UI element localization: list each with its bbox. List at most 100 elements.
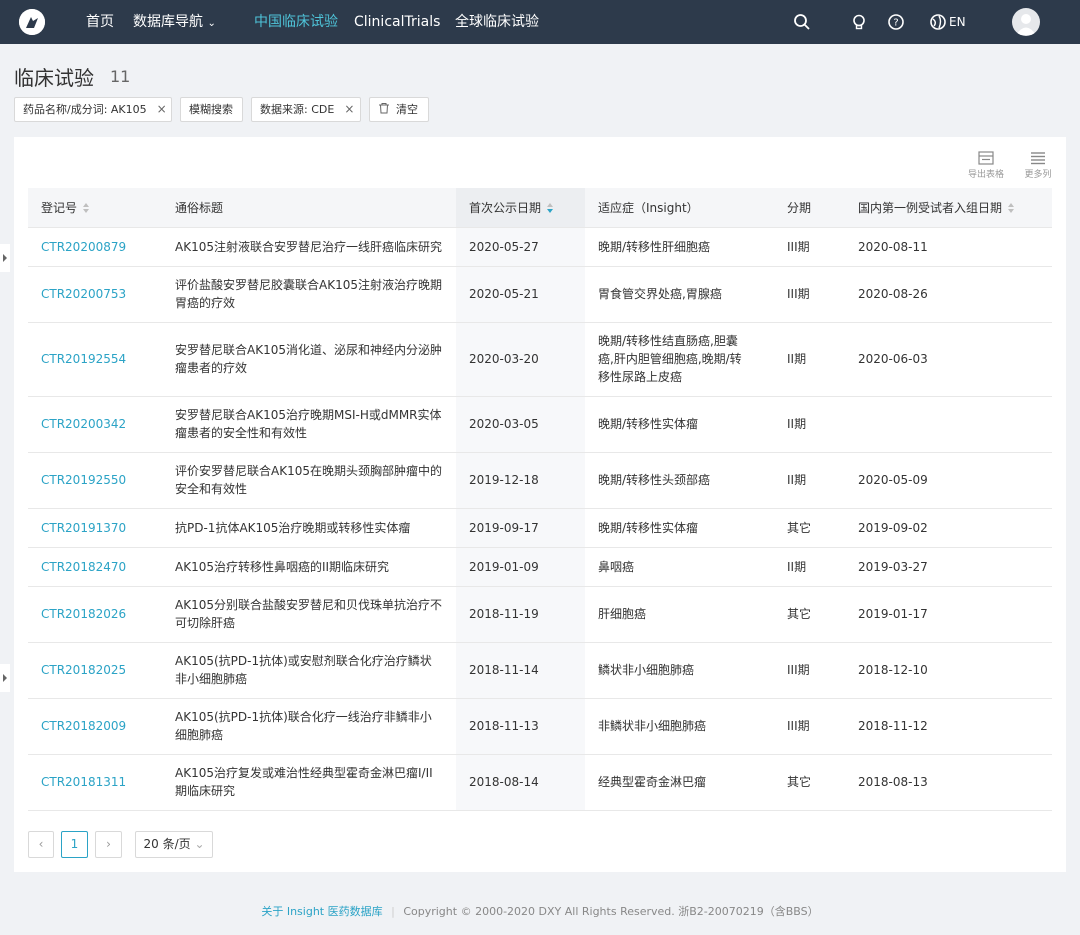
- col-first-enrollment-date[interactable]: 国内第一例受试者入组日期: [845, 188, 1052, 228]
- cell-title: AK105分别联合盐酸安罗替尼和贝伐珠单抗治疗不可切除肝癌: [162, 586, 456, 643]
- cell-reg[interactable]: CTR20192554: [28, 322, 162, 397]
- sort-icon[interactable]: [1008, 203, 1015, 214]
- cell-reg[interactable]: CTR20182026: [28, 586, 162, 643]
- table-row[interactable]: CTR20182026 AK105分别联合盐酸安罗替尼和贝伐珠单抗治疗不可切除肝癌…: [28, 586, 1052, 643]
- cell-date: 2020-05-27: [456, 227, 585, 267]
- chevron-down-icon: ⌄: [190, 837, 205, 851]
- cell-phase: II期: [774, 322, 845, 397]
- table-row[interactable]: CTR20200879 AK105注射液联合安罗替尼治疗一线肝癌临床研究 2020-…: [28, 227, 1052, 267]
- cell-title: 安罗替尼联合AK105治疗晚期MSI-H或dMMR实体瘤患者的安全性和有效性: [162, 396, 456, 453]
- clear-filters-label: 清空: [396, 103, 418, 116]
- language-toggle[interactable]: EN: [949, 0, 966, 44]
- cell-date: 2020-03-20: [456, 322, 585, 397]
- pagination-prev-button[interactable]: ‹: [28, 831, 54, 858]
- table-header-row: 登记号 通俗标题 首次公示日期 适应症（Insight） 分期 国内第一例受试者…: [28, 188, 1052, 228]
- cell-enroll: 2019-09-02: [845, 508, 1052, 548]
- cell-reg[interactable]: CTR20182470: [28, 547, 162, 587]
- cell-date: 2020-05-21: [456, 266, 585, 323]
- cell-reg[interactable]: CTR20192550: [28, 452, 162, 509]
- cell-date: 2019-01-09: [456, 547, 585, 587]
- side-expand-handle[interactable]: [0, 664, 10, 692]
- cell-indication: 非鳞状非小细胞肺癌: [585, 698, 774, 755]
- export-table-label: 导出表格: [967, 170, 1004, 180]
- cell-reg[interactable]: CTR20181311: [28, 754, 162, 811]
- cell-reg[interactable]: CTR20200342: [28, 396, 162, 453]
- sort-icon[interactable]: [83, 203, 90, 214]
- cell-phase: 其它: [774, 508, 845, 548]
- cell-date: 2020-03-05: [456, 396, 585, 453]
- table-row[interactable]: CTR20192554 安罗替尼联合AK105消化道、泌尿和神经内分泌肿瘤患者的疗…: [28, 322, 1052, 397]
- cell-enroll: 2020-08-11: [845, 227, 1052, 267]
- pagination-next-button[interactable]: ›: [95, 831, 122, 858]
- lightbulb-icon[interactable]: [850, 13, 868, 31]
- cell-reg[interactable]: CTR20191370: [28, 508, 162, 548]
- cell-reg[interactable]: CTR20182009: [28, 698, 162, 755]
- filter-chip-source: 数据来源: CDE ×: [251, 97, 361, 122]
- avatar[interactable]: [1012, 8, 1040, 36]
- cell-date: 2019-09-17: [456, 508, 585, 548]
- list-icon: [1031, 152, 1045, 165]
- col-registration-no-label: 登记号: [41, 200, 78, 215]
- cell-date: 2018-11-19: [456, 586, 585, 643]
- footer: 关于 Insight 医药数据库 | Copyright © 2000-2020…: [0, 903, 1080, 919]
- clear-filters-button[interactable]: 清空: [369, 97, 429, 122]
- trials-table: 登记号 通俗标题 首次公示日期 适应症（Insight） 分期 国内第一例受试者…: [28, 188, 1052, 811]
- cell-indication: 晚期/转移性结直肠癌,胆囊癌,肝内胆管细胞癌,晚期/转移性尿路上皮癌: [585, 322, 774, 397]
- page-size-select[interactable]: 20 条/页 ⌄: [135, 831, 213, 858]
- table-row[interactable]: CTR20200342 安罗替尼联合AK105治疗晚期MSI-H或dMMR实体瘤患…: [28, 396, 1052, 453]
- table-row[interactable]: CTR20192550 评价安罗替尼联合AK105在晚期头颈胸部肿瘤中的安全和有效…: [28, 452, 1052, 509]
- close-icon[interactable]: ×: [344, 102, 354, 116]
- table-row[interactable]: CTR20200753 评价盐酸安罗替尼胶囊联合AK105注射液治疗晚期胃癌的疗效…: [28, 266, 1052, 323]
- chevron-down-icon: ⌄: [207, 18, 216, 29]
- fuzzy-search-button[interactable]: 模糊搜索: [180, 97, 243, 122]
- table-row[interactable]: CTR20182009 AK105(抗PD-1抗体)联合化疗一线治疗非鳞非小细胞肺…: [28, 698, 1052, 755]
- table-row[interactable]: CTR20182470 AK105治疗转移性鼻咽癌的II期临床研究 2019-01-…: [28, 547, 1052, 587]
- cell-indication: 肝细胞癌: [585, 586, 774, 643]
- table-row[interactable]: CTR20191370 抗PD-1抗体AK105治疗晚期或转移性实体瘤 2019-0…: [28, 508, 1052, 548]
- cell-indication: 经典型霍奇金淋巴瘤: [585, 754, 774, 811]
- globe-icon[interactable]: [929, 13, 947, 31]
- cell-phase: II期: [774, 547, 845, 587]
- table-row[interactable]: CTR20182025 AK105(抗PD-1抗体)或安慰剂联合化疗治疗鳞状非小细…: [28, 642, 1052, 699]
- nav-database-navigation-label: 数据库导航: [133, 14, 203, 30]
- cell-title: AK105(抗PD-1抗体)或安慰剂联合化疗治疗鳞状非小细胞肺癌: [162, 642, 456, 699]
- cell-enroll: 2018-12-10: [845, 642, 1052, 699]
- cell-title: 安罗替尼联合AK105消化道、泌尿和神经内分泌肿瘤患者的疗效: [162, 322, 456, 397]
- cell-title: AK105治疗复发或难治性经典型霍奇金淋巴瘤I/II期临床研究: [162, 754, 456, 811]
- sort-icon[interactable]: [547, 203, 554, 214]
- help-icon[interactable]: ?: [887, 13, 905, 31]
- col-registration-no[interactable]: 登记号: [28, 188, 162, 228]
- cell-enroll: 2020-06-03: [845, 322, 1052, 397]
- cell-indication: 晚期/转移性肝细胞癌: [585, 227, 774, 267]
- nav-home[interactable]: 首页: [86, 0, 114, 44]
- cell-phase: III期: [774, 698, 845, 755]
- side-expand-handle[interactable]: [0, 244, 10, 272]
- cell-reg[interactable]: CTR20200879: [28, 227, 162, 267]
- svg-text:?: ?: [893, 18, 898, 29]
- nav-china-clinical-trials[interactable]: 中国临床试验: [254, 0, 338, 44]
- pagination-page-1[interactable]: 1: [61, 831, 88, 858]
- cell-phase: 其它: [774, 586, 845, 643]
- nav-global-clinical-trials[interactable]: 全球临床试验: [455, 0, 539, 44]
- more-columns-button[interactable]: 更多列: [1020, 151, 1056, 180]
- nav-database-navigation[interactable]: 数据库导航 ⌄: [133, 0, 216, 44]
- cell-date: 2018-11-13: [456, 698, 585, 755]
- search-icon[interactable]: [793, 13, 811, 31]
- cell-indication: 胃食管交界处癌,胃腺癌: [585, 266, 774, 323]
- col-first-publish-date[interactable]: 首次公示日期: [456, 188, 585, 228]
- cell-reg[interactable]: CTR20182025: [28, 642, 162, 699]
- logo-icon[interactable]: [19, 9, 45, 35]
- cell-enroll: [845, 396, 1052, 453]
- cell-title: 评价安罗替尼联合AK105在晚期头颈胸部肿瘤中的安全和有效性: [162, 452, 456, 509]
- cell-title: AK105(抗PD-1抗体)联合化疗一线治疗非鳞非小细胞肺癌: [162, 698, 456, 755]
- nav-clinicaltrials[interactable]: ClinicalTrials: [354, 0, 440, 44]
- cell-phase: 其它: [774, 754, 845, 811]
- footer-about-link[interactable]: 关于 Insight 医药数据库: [261, 905, 382, 918]
- table-row[interactable]: CTR20181311 AK105治疗复发或难治性经典型霍奇金淋巴瘤I/II期临床…: [28, 754, 1052, 811]
- cell-enroll: 2018-08-13: [845, 754, 1052, 811]
- col-title: 通俗标题: [162, 188, 456, 228]
- page-size-label: 20 条/页: [143, 837, 191, 851]
- cell-reg[interactable]: CTR20200753: [28, 266, 162, 323]
- close-icon[interactable]: ×: [157, 102, 167, 116]
- export-table-button[interactable]: 导出表格: [964, 151, 1008, 180]
